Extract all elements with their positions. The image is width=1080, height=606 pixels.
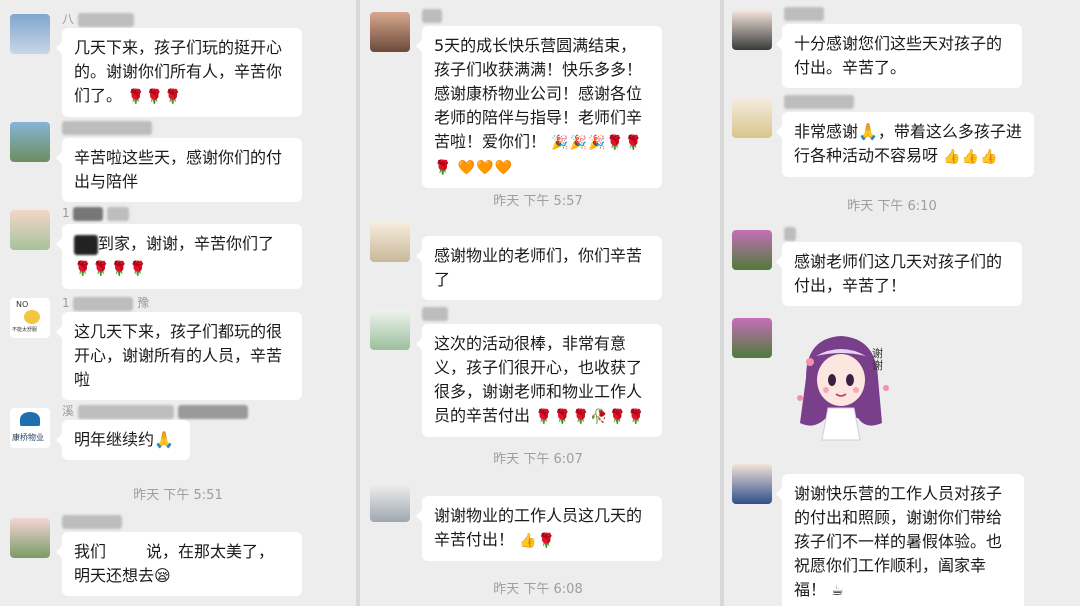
avatar[interactable]: [10, 122, 50, 162]
avatar[interactable]: [370, 482, 410, 522]
message-bubble[interactable]: 我们 说，在那太美了，明天还想去😪: [56, 532, 302, 596]
message-bubble[interactable]: 几天下来，孩子们玩的挺开心的。谢谢你们所有人，辛苦你们了。 🌹🌹🌹: [56, 28, 302, 117]
message-text: 谢谢快乐营的工作人员对孩子的付出和照顾，谢谢你们带给孩子们不一样的暑假体验。也祝…: [794, 484, 1003, 599]
message-text: 这几天下来，孩子们都玩的很开心，谢谢所有的人员，辛苦啦: [74, 322, 283, 389]
emoji: 👍👍👍: [943, 149, 999, 165]
avatar[interactable]: [370, 310, 410, 350]
message-bubble[interactable]: 这次的活动很棒，非常有意义，孩子们很开心，也收获了很多，谢谢老师和物业工作人员的…: [416, 324, 662, 437]
message-bubble[interactable]: 十分感谢您们这些天对孩子的付出。辛苦了。: [776, 24, 1022, 88]
message-bubble[interactable]: 辛苦啦这些天，感谢你们的付出与陪伴: [56, 138, 302, 202]
chat-panel-2: 5天的成长快乐营圆满结束，孩子们收获满满！快乐多多！感谢康桥物业公司！感谢各位老…: [360, 0, 716, 606]
sender-name: [784, 226, 796, 241]
sender-name: 1 豫: [62, 296, 150, 311]
timestamp: 昨天 下午 6:10: [847, 199, 937, 214]
chat-panel-3: 十分感谢您们这些天对孩子的付出。辛苦了。 非常感谢🙏，带着这么多孩子进行各种活动…: [724, 0, 1080, 606]
timestamp: 昨天 下午 6:08: [493, 582, 583, 597]
message-bubble[interactable]: 这几天下来，孩子们都玩的很开心，谢谢所有的人员，辛苦啦: [56, 312, 302, 400]
avatar[interactable]: [732, 230, 772, 270]
message-text: 我们: [74, 542, 107, 561]
sender-name: 1: [62, 206, 130, 221]
sender-name: 八: [62, 10, 134, 27]
sender-name: 溪: [62, 402, 248, 419]
avatar[interactable]: [370, 222, 410, 262]
avatar[interactable]: [10, 14, 50, 54]
timestamp: 昨天 下午 6:07: [493, 452, 583, 467]
thank-you-sticker[interactable]: 谢谢: [786, 328, 896, 448]
sender-name: [784, 94, 854, 109]
message-text: 5天的成长快乐营圆满结束，孩子们收获满满！快乐多多！感谢康桥物业公司！感谢各位老…: [434, 36, 643, 151]
message-bubble[interactable]: 谢谢物业的工作人员这几天的辛苦付出！ 👍🌹: [416, 496, 662, 561]
sender-name: [784, 6, 824, 21]
timestamp: 昨天 下午 5:57: [493, 194, 583, 209]
avatar[interactable]: [732, 10, 772, 50]
message-bubble[interactable]: 感谢老师们这几天对孩子们的付出，辛苦了！: [776, 242, 1022, 306]
sender-name: [422, 306, 448, 321]
emoji: 🌹🌹🌹: [127, 89, 183, 105]
girl-sticker-icon: [797, 336, 889, 441]
sender-name: [62, 514, 122, 529]
avatar[interactable]: [732, 464, 772, 504]
message-text: 辛苦啦这些天，感谢你们的付出与陪伴: [74, 148, 283, 191]
message-bubble[interactable]: 明年继续约🙏: [56, 420, 190, 460]
message-bubble[interactable]: 感谢物业的老师们，你们辛苦了: [416, 236, 662, 300]
message-text: 感谢老师们这几天对孩子们的付出，辛苦了！: [794, 252, 1003, 295]
avatar[interactable]: [10, 518, 50, 558]
emoji: 👍🌹: [519, 533, 556, 549]
message-bubble[interactable]: 非常感谢🙏，带着这么多孩子进行各种活动不容易呀 👍👍👍: [776, 112, 1034, 177]
emoji: 🌹🌹🌹🥀🌹🌹: [535, 409, 646, 425]
chat-panel-1: 八 几天下来，孩子们玩的挺开心的。谢谢你们所有人，辛苦你们了。 🌹🌹🌹 辛苦啦这…: [0, 0, 356, 606]
message-text: 到家，谢谢，辛苦你们了: [98, 234, 275, 253]
avatar[interactable]: [370, 12, 410, 52]
timestamp: 昨天 下午 5:51: [133, 488, 223, 503]
avatar[interactable]: [732, 318, 772, 358]
avatar[interactable]: [10, 210, 50, 250]
message-text: 明年继续约🙏: [74, 430, 174, 449]
emoji: ☕: [831, 583, 845, 599]
message-text: 十分感谢您们这些天对孩子的付出。辛苦了。: [794, 34, 1003, 77]
avatar[interactable]: NO 不能太舒服: [10, 298, 50, 338]
sender-name: [422, 8, 442, 23]
avatar[interactable]: [732, 98, 772, 138]
message-bubble[interactable]: 谢谢快乐营的工作人员对孩子的付出和照顾，谢谢你们带给孩子们不一样的暑假体验。也祝…: [776, 474, 1024, 606]
message-bubble[interactable]: 到家，谢谢，辛苦你们了 🌹🌹🌹🌹: [56, 224, 302, 289]
avatar[interactable]: 康桥物业: [10, 408, 50, 448]
message-bubble[interactable]: 5天的成长快乐营圆满结束，孩子们收获满满！快乐多多！感谢康桥物业公司！感谢各位老…: [416, 26, 662, 188]
sticker-text: 谢谢: [872, 347, 883, 372]
message-text: 感谢物业的老师们，你们辛苦了: [434, 246, 643, 289]
sender-name: [62, 120, 152, 135]
emoji: 🌹🌹🌹🌹: [74, 261, 148, 277]
